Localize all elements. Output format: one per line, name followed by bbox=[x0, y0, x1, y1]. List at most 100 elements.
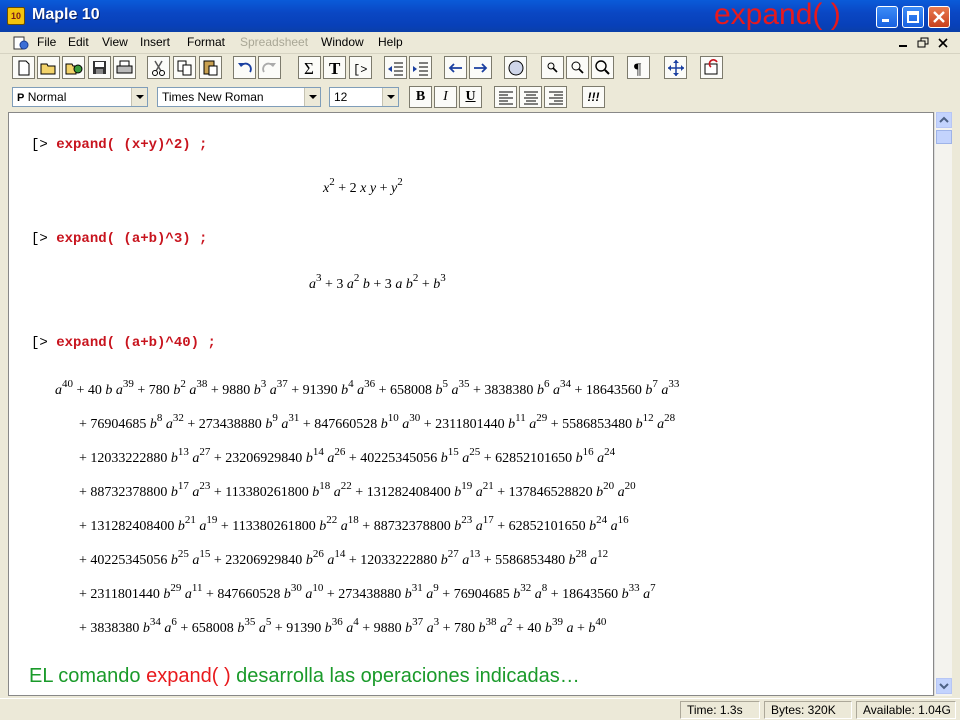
print-button[interactable] bbox=[113, 56, 136, 79]
italic-button[interactable]: I bbox=[434, 86, 457, 108]
indent-button[interactable] bbox=[409, 56, 432, 79]
menu-view[interactable]: View bbox=[102, 35, 128, 49]
input-line-2[interactable]: [> expand( (a+b)^3) ; bbox=[31, 231, 207, 247]
chevron-down-icon[interactable] bbox=[382, 88, 398, 106]
svg-text:T: T bbox=[329, 59, 341, 78]
menu-window[interactable]: Window bbox=[321, 35, 364, 49]
text-T-icon: T bbox=[329, 59, 341, 78]
command-text[interactable]: expand( (a+b)^40) ; bbox=[56, 335, 216, 351]
maple-app-icon[interactable]: 10 bbox=[7, 7, 25, 25]
doc-restore-icon[interactable] bbox=[916, 36, 932, 50]
status-bar: Time: 1.3s Bytes: 320K Available: 1.04G bbox=[0, 698, 960, 720]
input-line-1[interactable]: [> expand( (x+y)^2) ; bbox=[31, 137, 207, 153]
font-select[interactable]: Times New Roman bbox=[157, 87, 321, 107]
title-bar[interactable]: 10 Maple 10 expand( ) bbox=[0, 0, 960, 32]
open-url-button[interactable] bbox=[62, 56, 85, 79]
close-icon bbox=[933, 11, 945, 23]
size-select[interactable]: 12 bbox=[329, 87, 399, 107]
forward-button[interactable] bbox=[469, 56, 492, 79]
magnifier-small-icon bbox=[547, 62, 558, 73]
style-prefix: P bbox=[17, 92, 25, 104]
undo-arrow-icon bbox=[238, 62, 252, 73]
scroll-down-button[interactable] bbox=[936, 678, 952, 694]
format-toolbar: P Normal Times New Roman 12 B I U !!! bbox=[0, 84, 960, 110]
output-3-line-2: + 76904685 b8 a32 + 273438880 b9 a31 + 8… bbox=[79, 412, 676, 433]
align-right-button[interactable] bbox=[544, 86, 567, 108]
execute-all-button[interactable]: !!! bbox=[582, 86, 605, 108]
svg-text:[>: [> bbox=[353, 63, 367, 77]
cut-button[interactable] bbox=[147, 56, 170, 79]
window-title: Maple 10 bbox=[32, 6, 100, 23]
doc-minimize-icon[interactable] bbox=[896, 36, 912, 50]
font-value: Times New Roman bbox=[162, 90, 264, 104]
chevron-down-icon[interactable] bbox=[304, 88, 320, 106]
vertical-scrollbar[interactable] bbox=[934, 112, 952, 696]
new-button[interactable] bbox=[12, 56, 35, 79]
menu-spreadsheet[interactable]: Spreadsheet bbox=[240, 35, 308, 49]
prompt: [> bbox=[31, 335, 48, 351]
doc-close-icon[interactable] bbox=[936, 36, 952, 50]
maple-window: 10 Maple 10 expand( ) File Edit View Ins… bbox=[0, 0, 960, 720]
output-3-line-7: + 2311801440 b29 a11 + 847660528 b30 a10… bbox=[79, 582, 656, 603]
menu-help[interactable]: Help bbox=[378, 35, 403, 49]
menu-format[interactable]: Format bbox=[187, 35, 225, 49]
stop-button[interactable] bbox=[504, 56, 527, 79]
style-select[interactable]: P Normal bbox=[12, 87, 148, 107]
insert-math-button[interactable]: Σ bbox=[298, 56, 321, 79]
zoom-150-button[interactable] bbox=[566, 56, 589, 79]
input-line-3[interactable]: [> expand( (a+b)^40) ; bbox=[31, 335, 216, 351]
document-icon[interactable] bbox=[12, 34, 30, 52]
forward-arrow-icon bbox=[474, 63, 488, 73]
redo-button[interactable] bbox=[258, 56, 281, 79]
align-left-button[interactable] bbox=[494, 86, 517, 108]
open-button[interactable] bbox=[37, 56, 60, 79]
slide-title: expand( ) bbox=[714, 0, 841, 31]
scroll-up-button[interactable] bbox=[936, 112, 952, 128]
minimize-button[interactable] bbox=[876, 6, 898, 28]
scroll-thumb[interactable] bbox=[936, 130, 952, 144]
bold-button[interactable]: B bbox=[409, 86, 432, 108]
prompt: [> bbox=[31, 231, 48, 247]
note-command: expand( ) bbox=[146, 665, 231, 687]
maximize-button[interactable] bbox=[902, 6, 924, 28]
worksheet[interactable]: [> expand( (x+y)^2) ; x2 + 2 x y + y2 [>… bbox=[8, 112, 934, 696]
back-button[interactable] bbox=[444, 56, 467, 79]
note-text-end: desarrolla las operaciones indicadas… bbox=[230, 665, 580, 687]
execution-group-icon: [> bbox=[353, 63, 367, 77]
minimize-icon bbox=[882, 19, 889, 22]
svg-text:Σ: Σ bbox=[304, 59, 314, 78]
zoom-200-button[interactable] bbox=[591, 56, 614, 79]
outdent-button[interactable] bbox=[384, 56, 407, 79]
align-right-icon bbox=[548, 91, 563, 105]
zoom-100-button[interactable] bbox=[541, 56, 564, 79]
restart-button[interactable] bbox=[700, 56, 723, 79]
menu-insert[interactable]: Insert bbox=[140, 35, 170, 49]
close-button[interactable] bbox=[928, 6, 950, 28]
insert-text-button[interactable]: T bbox=[323, 56, 346, 79]
output-3-line-3: + 12033222880 b13 a27 + 23206929840 b14 … bbox=[79, 446, 616, 467]
menu-file[interactable]: File bbox=[37, 35, 56, 49]
underline-button[interactable]: U bbox=[459, 86, 482, 108]
pilcrow-icon: ¶ bbox=[634, 61, 642, 78]
chevron-down-icon[interactable] bbox=[131, 88, 147, 106]
undo-button[interactable] bbox=[233, 56, 256, 79]
menu-bar: File Edit View Insert Format Spreadsheet… bbox=[0, 32, 960, 54]
command-text[interactable]: expand( (x+y)^2) ; bbox=[56, 137, 207, 153]
note-text-start: EL comando bbox=[29, 665, 147, 687]
copy-button[interactable] bbox=[173, 56, 196, 79]
output-3-line-6: + 40225345056 b25 a15 + 23206929840 b26 … bbox=[79, 548, 609, 569]
chevron-down-icon bbox=[939, 683, 949, 690]
restart-icon bbox=[704, 59, 718, 75]
pan-button[interactable] bbox=[664, 56, 687, 79]
align-center-button[interactable] bbox=[519, 86, 542, 108]
output-3-line-5: + 131282408400 b21 a19 + 113380261800 b2… bbox=[79, 514, 629, 535]
paste-button[interactable] bbox=[199, 56, 222, 79]
output-1: x2 + 2 x y + y2 bbox=[323, 176, 403, 197]
status-time: Time: 1.3s bbox=[680, 701, 760, 719]
save-button[interactable] bbox=[88, 56, 111, 79]
insert-prompt-button[interactable]: [> bbox=[349, 56, 372, 79]
menu-edit[interactable]: Edit bbox=[68, 35, 89, 49]
command-text[interactable]: expand( (a+b)^3) ; bbox=[56, 231, 207, 247]
show-markers-button[interactable]: ¶ bbox=[627, 56, 650, 79]
scissors-icon bbox=[152, 60, 165, 76]
